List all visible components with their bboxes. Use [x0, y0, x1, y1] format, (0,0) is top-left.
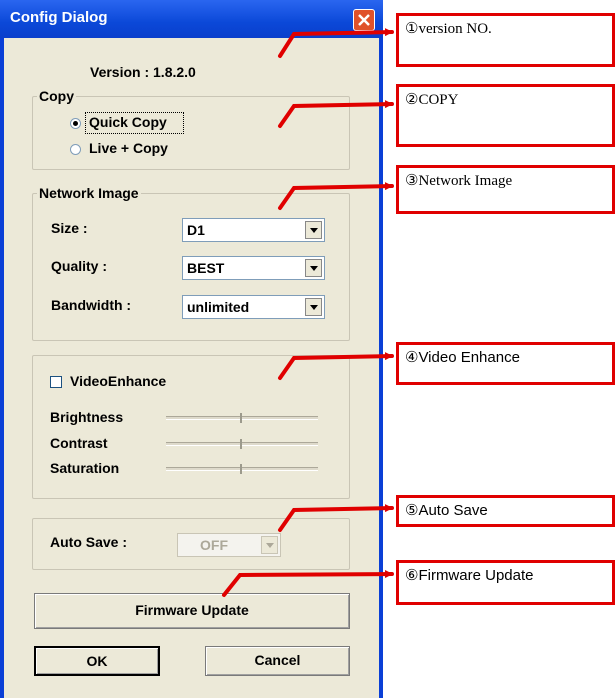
slider-track: [166, 416, 318, 420]
network-image-group: Network Image Size : D1 Quality : BEST B…: [32, 185, 350, 341]
video-enhance-checkbox[interactable]: [50, 376, 62, 388]
version-label: Version : 1.8.2.0: [90, 64, 196, 80]
bandwidth-value: unlimited: [187, 299, 250, 315]
chevron-down-icon[interactable]: [305, 298, 322, 316]
auto-save-group: Auto Save : OFF: [32, 518, 350, 570]
dialog-title: Config Dialog: [10, 9, 108, 26]
ok-button[interactable]: OK: [34, 646, 160, 676]
video-enhance-label[interactable]: VideoEnhance: [70, 373, 166, 389]
callout-firmware-update: ⑥Firmware Update: [396, 560, 615, 605]
title-bar[interactable]: Config Dialog: [0, 0, 383, 38]
copy-group-legend: Copy: [37, 88, 76, 104]
auto-save-select[interactable]: OFF: [177, 533, 281, 557]
callout-video-enhance: ④Video Enhance: [396, 342, 615, 385]
saturation-label: Saturation: [50, 460, 120, 476]
brightness-slider[interactable]: [166, 411, 318, 425]
config-dialog-window: Config Dialog Version : 1.8.2.0 Copy Qui…: [0, 0, 383, 698]
dialog-client-area: Version : 1.8.2.0 Copy Quick Copy Live +…: [4, 38, 379, 698]
firmware-update-button[interactable]: Firmware Update: [34, 593, 350, 629]
brightness-label: Brightness: [50, 409, 124, 425]
close-icon: [358, 14, 370, 26]
slider-track: [166, 467, 318, 471]
callout-copy-text: ②COPY: [405, 92, 459, 108]
chevron-down-icon[interactable]: [305, 221, 322, 239]
network-image-legend: Network Image: [37, 185, 141, 201]
video-enhance-group: VideoEnhance Brightness Contrast Saturat…: [32, 355, 350, 499]
callout-auto-save: ⑤Auto Save: [396, 495, 615, 527]
bandwidth-label: Bandwidth :: [51, 297, 132, 313]
chevron-down-icon[interactable]: [305, 259, 322, 277]
contrast-label: Contrast: [50, 435, 108, 451]
size-value: D1: [187, 222, 205, 238]
slider-thumb[interactable]: [240, 464, 242, 474]
callout-version-text: ①version NO.: [405, 21, 492, 37]
close-button[interactable]: [353, 9, 375, 31]
quick-copy-radio[interactable]: [70, 118, 81, 129]
saturation-slider[interactable]: [166, 462, 318, 476]
bandwidth-select[interactable]: unlimited: [182, 295, 325, 319]
auto-save-label: Auto Save :: [50, 534, 128, 550]
chevron-down-icon[interactable]: [261, 536, 278, 554]
auto-save-value: OFF: [200, 537, 228, 553]
quick-copy-label[interactable]: Quick Copy: [89, 114, 167, 130]
quality-value: BEST: [187, 260, 225, 276]
size-select[interactable]: D1: [182, 218, 325, 242]
callout-version: ①version NO.: [396, 13, 615, 67]
callout-video-enhance-text: ④Video Enhance: [405, 349, 520, 366]
contrast-slider[interactable]: [166, 437, 318, 451]
callout-network-image: ③Network Image: [396, 165, 615, 214]
slider-thumb[interactable]: [240, 413, 242, 423]
size-label: Size :: [51, 220, 88, 236]
copy-group: Copy Quick Copy Live + Copy: [32, 88, 350, 170]
quality-select[interactable]: BEST: [182, 256, 325, 280]
callout-auto-save-text: ⑤Auto Save: [405, 502, 488, 519]
slider-thumb[interactable]: [240, 439, 242, 449]
cancel-button[interactable]: Cancel: [205, 646, 350, 676]
callout-firmware-update-text: ⑥Firmware Update: [405, 567, 534, 584]
quality-label: Quality :: [51, 258, 108, 274]
live-copy-radio[interactable]: [70, 144, 81, 155]
callout-network-image-text: ③Network Image: [405, 173, 513, 189]
callout-copy: ②COPY: [396, 84, 615, 147]
live-copy-label[interactable]: Live + Copy: [89, 140, 168, 156]
slider-track: [166, 442, 318, 446]
